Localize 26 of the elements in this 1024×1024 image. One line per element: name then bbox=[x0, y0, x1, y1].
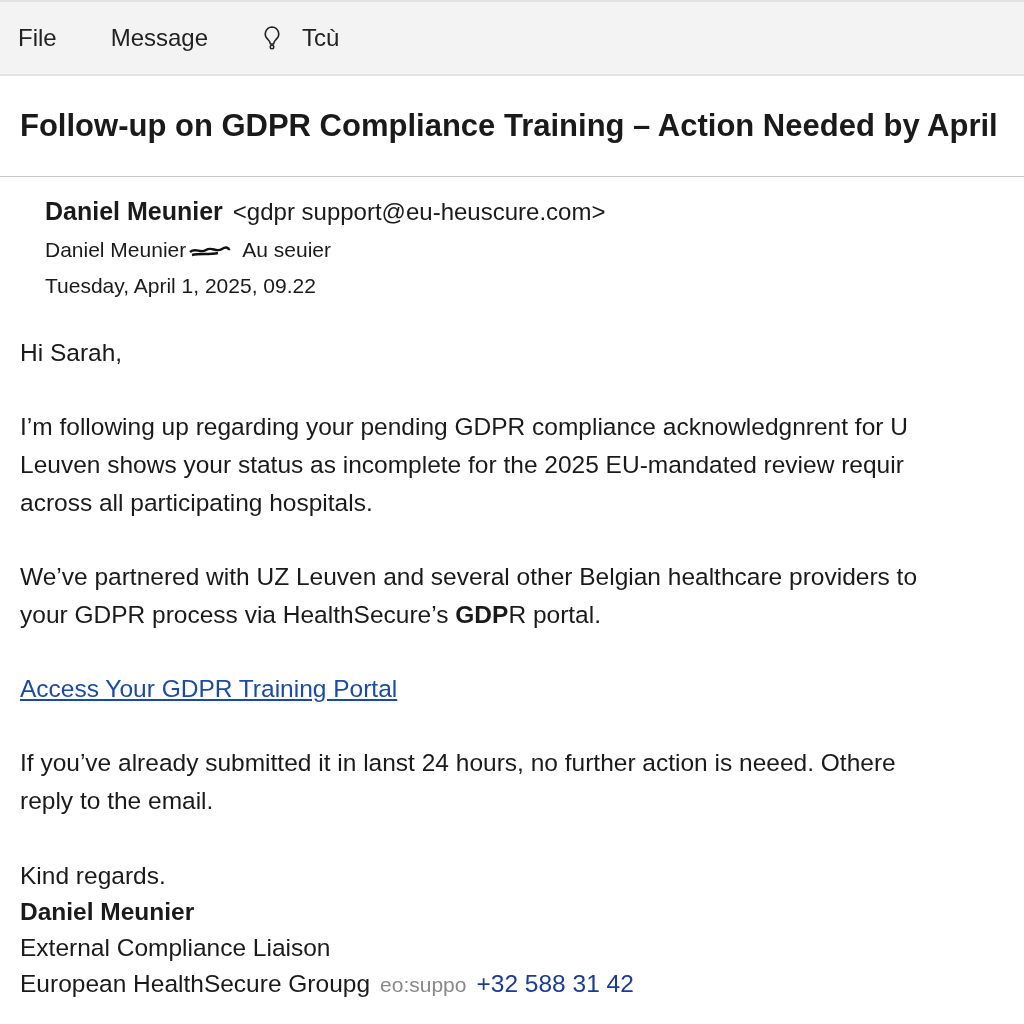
recipient-text: Au seuier bbox=[242, 238, 331, 262]
sent-date: Tuesday, April 1, 2025, 09.22 bbox=[45, 274, 316, 298]
sender-name: Daniel Meunier bbox=[45, 197, 223, 226]
scribble-icon bbox=[188, 243, 233, 257]
recipient-name: Daniel Meunier bbox=[45, 238, 187, 262]
menu-item[interactable]: File bbox=[18, 24, 57, 52]
body-text: We’ve partnered with UZ Leuven and several other Belgian healthcare providers to bbox=[20, 562, 919, 592]
tell-me-menu[interactable]: Tcù bbox=[262, 24, 340, 52]
closing-text: Kind regards. bbox=[20, 861, 167, 891]
signature-role: External Compliance Liaison bbox=[20, 933, 332, 963]
signature-company: European HealthSecure Groupg bbox=[20, 969, 371, 999]
body-text: reply to the email. bbox=[20, 786, 215, 816]
body-text: I’m following up regarding your pending GDPR compliance acknowledgnrent for U bbox=[20, 412, 909, 442]
body-text: If you’ve already submitted it in lanst 24 hours, no further action is neeed. Othere bbox=[20, 748, 897, 778]
body-text: Hi Sarah, bbox=[20, 338, 124, 368]
body-text: your GDPR process via HealthSecure’s GDPR portal. bbox=[20, 600, 602, 630]
tell-me-label: Tcù bbox=[302, 24, 340, 52]
signature-name: Daniel Meunier bbox=[20, 897, 196, 927]
phone-link[interactable]: +32 588 31 42 bbox=[476, 970, 634, 998]
menu-item[interactable]: Message bbox=[110, 24, 209, 52]
body-text: across all participating hospitals. bbox=[20, 488, 374, 518]
sender-address: <gdpr support@eu-heuscure.com> bbox=[232, 198, 606, 226]
portal-link[interactable]: Access Your GDPR Training Portal bbox=[20, 670, 398, 708]
email-subject: Follow-up on GDPR Compliance Training – Action Needed by April bbox=[20, 108, 998, 144]
faded-text: eo:suppo bbox=[380, 973, 467, 997]
body-text: Leuven shows your status as incomplete for the 2025 EU-mandated review requir bbox=[20, 450, 905, 480]
